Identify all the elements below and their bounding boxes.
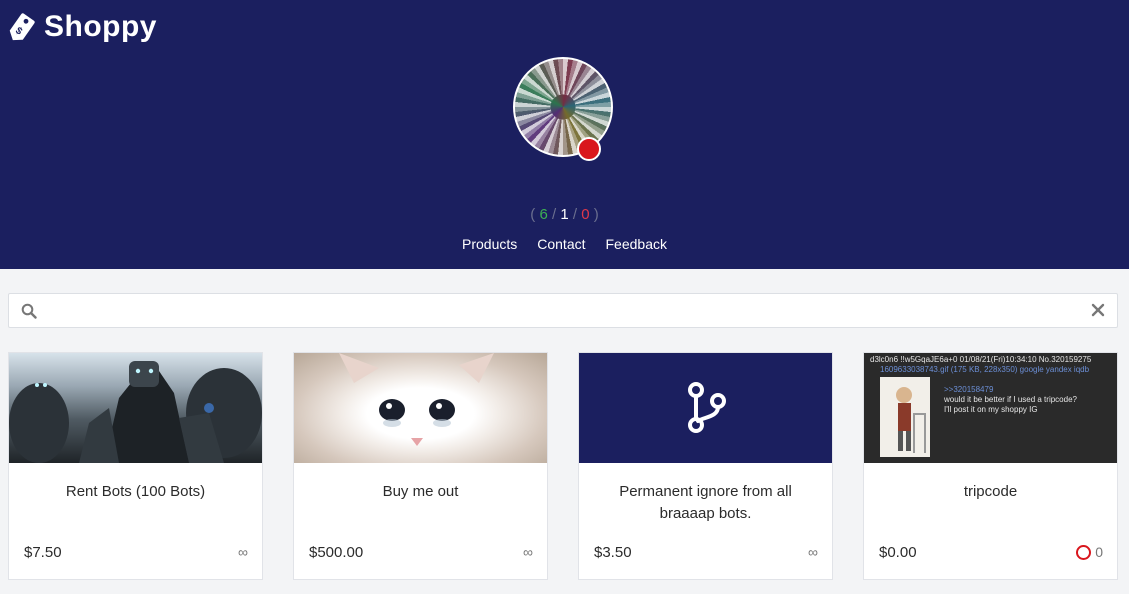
product-image-robots bbox=[9, 353, 262, 463]
product-image-git-branch bbox=[579, 353, 832, 463]
tag-logo-icon: $ bbox=[9, 13, 35, 41]
search-icon bbox=[21, 303, 37, 319]
search-input[interactable] bbox=[51, 298, 1075, 324]
post-line-1: would it be better if I used a tripcode? bbox=[944, 395, 1077, 404]
product-price: $3.50 bbox=[594, 544, 632, 561]
profile-header: $ Shoppy ( 6 / 1 / 0 ) Products Contact … bbox=[0, 0, 1129, 269]
clear-search-icon[interactable] bbox=[1091, 303, 1105, 317]
profile-nav: Products Contact Feedback bbox=[0, 236, 1129, 252]
product-title: Permanent ignore from all braaaap bots. bbox=[619, 483, 792, 522]
unlimited-stock-label: ∞ bbox=[523, 544, 533, 560]
product-card[interactable]: d3lc0n6 !!w5GqaJE6a+0 01/08/21(Fri)10:34… bbox=[863, 352, 1118, 580]
crying-cat-illustration bbox=[339, 353, 494, 446]
product-card[interactable]: Permanent ignore from all braaaap bots. … bbox=[578, 352, 833, 580]
product-image-post-screenshot: d3lc0n6 !!w5GqaJE6a+0 01/08/21(Fri)10:34… bbox=[864, 353, 1117, 463]
nav-feedback-link[interactable]: Feedback bbox=[606, 236, 667, 252]
stock-count: 0 bbox=[1095, 544, 1103, 560]
feedback-stats: ( 6 / 1 / 0 ) bbox=[0, 206, 1129, 223]
product-card[interactable]: Rent Bots (100 Bots) $7.50 ∞ bbox=[8, 352, 263, 580]
robots-illustration bbox=[9, 361, 262, 463]
product-grid: Rent Bots (100 Bots) $7.50 ∞ Buy me out … bbox=[8, 352, 1118, 582]
product-title: Rent Bots (100 Bots) bbox=[65, 483, 206, 500]
post-file-line: 1609633038743.gif (175 KB, 228x350) goog… bbox=[880, 365, 1090, 374]
product-stock: ∞ bbox=[523, 544, 533, 560]
post-header: d3lc0n6 !!w5GqaJE6a+0 01/08/21(Fri)10:34… bbox=[870, 355, 1092, 364]
post-line-2: I'll post it on my shoppy IG bbox=[944, 405, 1038, 414]
unlimited-stock-label: ∞ bbox=[238, 544, 248, 560]
product-price: $0.00 bbox=[879, 544, 917, 561]
stats-close-paren: ) bbox=[593, 206, 599, 223]
product-image-crying-cat bbox=[294, 353, 547, 463]
positive-feedback-count: 6 bbox=[539, 206, 548, 223]
stats-separator: / bbox=[572, 206, 578, 223]
out-of-stock-ring-icon bbox=[1076, 544, 1092, 560]
product-stock: ∞ bbox=[808, 544, 818, 560]
product-title: Buy me out bbox=[382, 483, 459, 500]
product-stock: 0 bbox=[1076, 544, 1103, 560]
neutral-feedback-count: 1 bbox=[560, 206, 569, 223]
product-title: tripcode bbox=[963, 483, 1018, 500]
offline-status-dot bbox=[577, 137, 601, 161]
nav-contact-link[interactable]: Contact bbox=[537, 236, 585, 252]
stats-open-paren: ( bbox=[530, 206, 536, 223]
brand[interactable]: $ Shoppy bbox=[8, 10, 157, 44]
product-search-bar bbox=[8, 293, 1118, 328]
stats-separator: / bbox=[551, 206, 557, 223]
brand-name: Shoppy bbox=[44, 10, 157, 43]
product-card[interactable]: Buy me out $500.00 ∞ bbox=[293, 352, 548, 580]
product-stock: ∞ bbox=[238, 544, 248, 560]
post-reply-link: >>320158479 bbox=[944, 385, 994, 394]
unlimited-stock-label: ∞ bbox=[808, 544, 818, 560]
product-price: $500.00 bbox=[309, 544, 364, 561]
profile-avatar-container bbox=[513, 57, 613, 161]
negative-feedback-count: 0 bbox=[581, 206, 590, 223]
nav-products-link[interactable]: Products bbox=[462, 236, 517, 252]
product-price: $7.50 bbox=[24, 544, 62, 561]
git-branch-icon bbox=[688, 382, 726, 433]
old-man-walker-image bbox=[880, 377, 930, 457]
